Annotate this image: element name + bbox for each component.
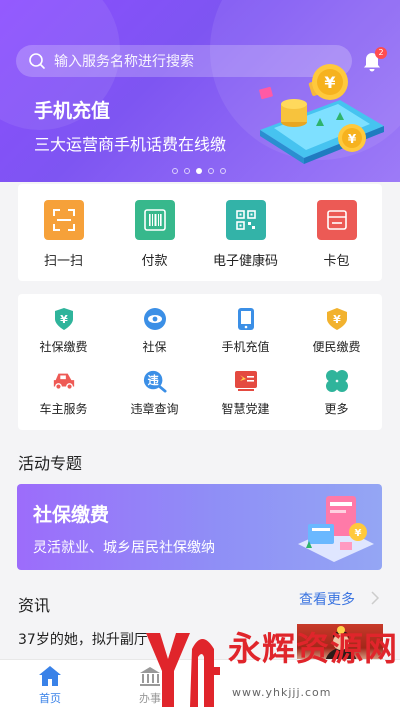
pager-dot[interactable] xyxy=(196,168,202,174)
promo-title: 社保缴费 xyxy=(33,504,110,526)
tab-affairs[interactable]: 办事 xyxy=(100,660,200,711)
svg-text:违: 违 xyxy=(147,373,158,387)
search-icon xyxy=(29,53,45,69)
tab-home[interactable]: 首页 xyxy=(0,660,100,711)
activity-section-title: 活动专题 xyxy=(18,454,83,473)
banner-title: 手机充值 xyxy=(34,100,111,122)
chevron-right-icon[interactable] xyxy=(370,590,380,606)
barcode-icon xyxy=(134,200,175,240)
card-wallet-icon xyxy=(316,200,357,240)
service-label: 违章查询 xyxy=(130,401,179,416)
pager-dot[interactable] xyxy=(208,168,214,174)
service-car[interactable]: 车主服务 xyxy=(18,369,109,427)
service-clover[interactable]: 更多 xyxy=(291,369,382,427)
pager-dot[interactable] xyxy=(220,168,226,174)
watermark-url: www.yhkjjj.com xyxy=(232,686,332,699)
service-yuan-shield[interactable]: ¥ 便民缴费 xyxy=(291,307,382,365)
service-label: 更多 xyxy=(324,401,349,416)
tool-label: 付款 xyxy=(141,254,168,269)
service-label: 社保缴费 xyxy=(39,340,88,354)
service-label: 手机充值 xyxy=(221,340,270,354)
svg-text:¥: ¥ xyxy=(355,528,362,539)
watermark-text: 永辉资源网 xyxy=(228,629,398,668)
banner-pager xyxy=(172,168,226,174)
car-icon xyxy=(52,369,76,393)
service-violation-search[interactable]: 违 违章查询 xyxy=(109,369,200,427)
svg-text:¥: ¥ xyxy=(348,132,357,146)
building-icon xyxy=(140,667,160,686)
tool-barcode[interactable]: 付款 xyxy=(109,184,200,281)
svg-text:¥: ¥ xyxy=(324,73,335,92)
scan-icon xyxy=(43,200,84,240)
services-grid: ¥ 社保缴费 社保 手机充值 ¥ 便民缴费 车主服务 违 违章查询 智慧党建 更多 xyxy=(18,294,382,430)
pager-dot[interactable] xyxy=(184,168,190,174)
svg-text:¥: ¥ xyxy=(333,313,341,326)
service-label: 智慧党建 xyxy=(221,401,270,416)
tool-qr-code[interactable]: 电子健康码 xyxy=(200,184,291,281)
tab-affairs-label: 办事 xyxy=(139,692,161,705)
news-section-title: 资讯 xyxy=(18,596,51,615)
search-placeholder: 输入服务名称进行搜索 xyxy=(54,54,194,70)
quick-tools-card: 扫一扫 付款 电子健康码 卡包 xyxy=(18,184,382,281)
service-phone[interactable]: 手机充值 xyxy=(200,307,291,365)
news-item-title[interactable]: 37岁的她，拟升副厅 xyxy=(18,629,148,649)
promo-subtitle: 灵活就业、城乡居民社保缴纳 xyxy=(33,540,215,556)
svg-text:¥: ¥ xyxy=(60,313,68,326)
tool-scan[interactable]: 扫一扫 xyxy=(18,184,109,281)
home-icon xyxy=(39,666,61,686)
tool-label: 卡包 xyxy=(323,254,350,269)
tool-label: 扫一扫 xyxy=(43,254,83,269)
service-party-flag[interactable]: 智慧党建 xyxy=(200,369,291,427)
party-flag-icon xyxy=(234,369,258,393)
yuan-shield-icon: ¥ xyxy=(325,307,349,331)
tool-label: 电子健康码 xyxy=(212,254,278,269)
phone-icon xyxy=(234,307,258,331)
qr-code-icon xyxy=(225,200,266,240)
notification-badge: 2 xyxy=(375,47,387,59)
clover-icon xyxy=(325,369,349,393)
banner-subtitle: 三大运营商手机话费在线缴 xyxy=(34,135,227,154)
service-label: 社保 xyxy=(142,340,167,354)
service-eye-badge[interactable]: 社保 xyxy=(109,307,200,365)
tab-home-label: 首页 xyxy=(39,692,61,705)
service-shield-yuan[interactable]: ¥ 社保缴费 xyxy=(18,307,109,365)
tool-card-wallet[interactable]: 卡包 xyxy=(291,184,382,281)
news-more-link[interactable]: 查看更多 xyxy=(299,589,355,609)
service-label: 便民缴费 xyxy=(312,340,361,354)
service-label: 车主服务 xyxy=(39,401,88,416)
shield-yuan-icon: ¥ xyxy=(52,307,76,331)
eye-badge-icon xyxy=(143,307,167,331)
promo-card[interactable]: 社保缴费 灵活就业、城乡居民社保缴纳 ¥ xyxy=(17,484,382,570)
top-banner[interactable]: 输入服务名称进行搜索 2 手机充值 三大运营商手机话费在线缴 ¥ ¥ xyxy=(0,0,400,182)
social-security-illustration: ¥ xyxy=(298,496,374,562)
violation-search-icon: 违 xyxy=(143,369,167,393)
phone-recharge-illustration: ¥ ¥ xyxy=(259,64,384,164)
pager-dot[interactable] xyxy=(172,168,178,174)
